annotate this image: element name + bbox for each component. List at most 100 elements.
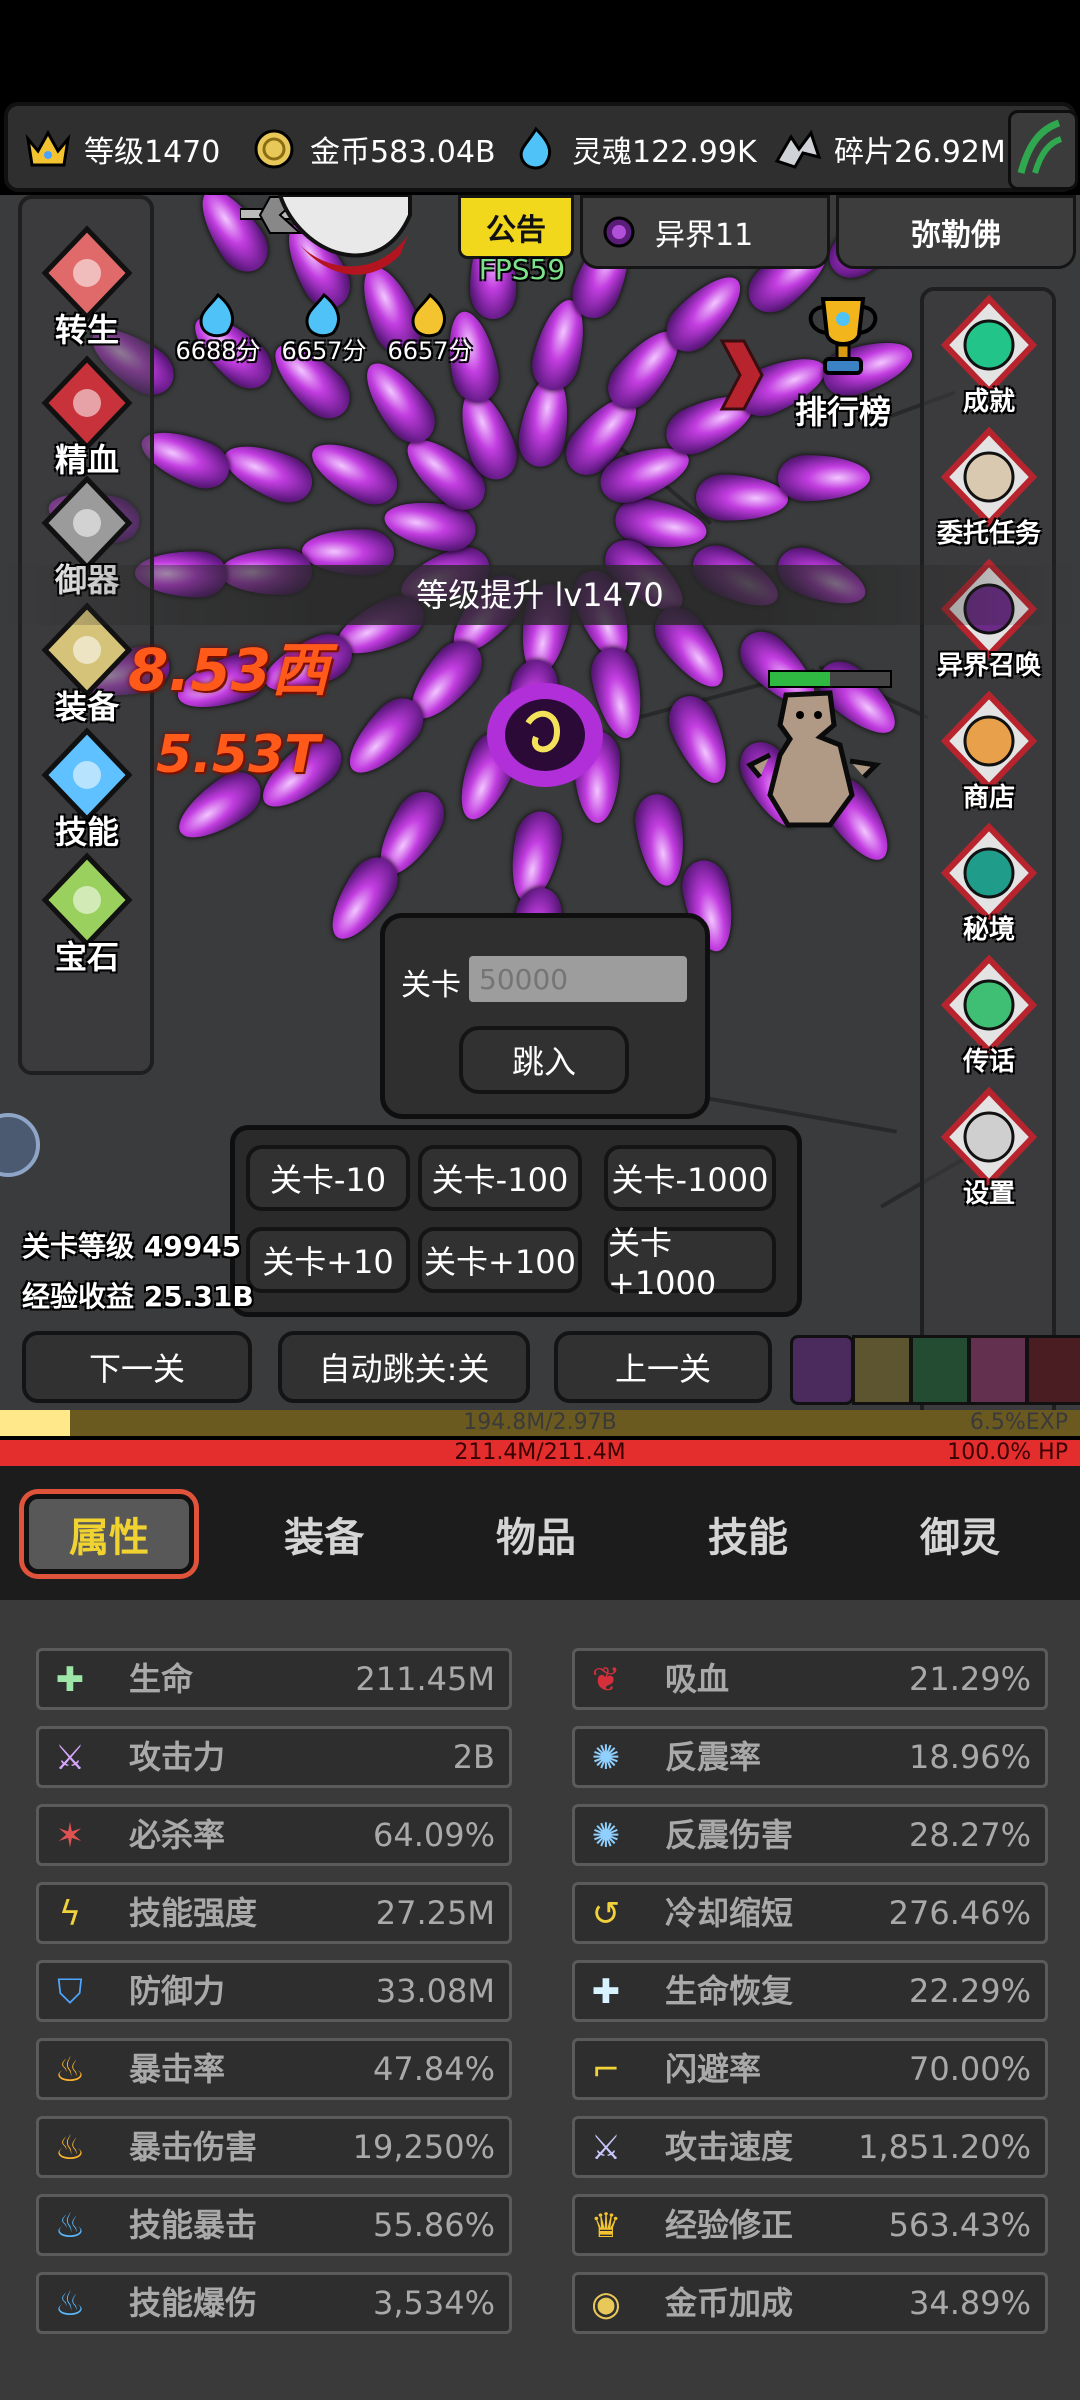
jump-button[interactable]: 跳入 bbox=[459, 1026, 629, 1094]
stat-value: 64.09% bbox=[372, 1816, 495, 1854]
soul-icon bbox=[510, 123, 562, 175]
stat-value: 28.27% bbox=[908, 1816, 1031, 1854]
crown-icon: ♛ bbox=[590, 2206, 622, 2246]
left-menu-item[interactable]: 转生 bbox=[22, 223, 152, 351]
stat-value: 276.46% bbox=[888, 1894, 1031, 1932]
axe-icon bbox=[239, 195, 450, 285]
prev-stage-button[interactable]: 上一关 bbox=[554, 1331, 772, 1403]
right-menu-item[interactable]: 秘境 bbox=[924, 822, 1054, 946]
right-menu-item[interactable]: 商店 bbox=[924, 690, 1054, 814]
tab-1[interactable]: 装备 bbox=[244, 1494, 404, 1574]
level-up-banner: 等级提升 lv1470 bbox=[0, 565, 1080, 625]
stat-name: 冷却缩短 bbox=[665, 1894, 794, 1932]
petal-projectile bbox=[216, 433, 319, 511]
skill-slot[interactable] bbox=[852, 1335, 912, 1405]
stat-name: 攻击速度 bbox=[665, 2128, 794, 2166]
stat-name: 反震伤害 bbox=[665, 1816, 794, 1854]
star-icon bbox=[939, 294, 1039, 396]
right-menu-item[interactable]: 成就 bbox=[924, 294, 1054, 418]
tab-0[interactable]: 属性 bbox=[24, 1494, 194, 1574]
gold-coin-icon: ◉ bbox=[591, 2284, 621, 2324]
ranking-button[interactable]: 排行榜 bbox=[778, 287, 908, 433]
leaf-icon bbox=[1017, 119, 1063, 174]
stage-step-button[interactable]: 关卡+100 bbox=[418, 1227, 582, 1293]
stat-row: ✺ 反震伤害 28.27% bbox=[572, 1804, 1048, 1866]
skill-slot[interactable] bbox=[910, 1335, 970, 1405]
skill-slot[interactable] bbox=[968, 1335, 1028, 1405]
stage-jump-panel: 关卡 跳入 bbox=[380, 913, 710, 1119]
score-badge: 6657分 bbox=[378, 291, 482, 366]
petal-projectile bbox=[777, 454, 870, 502]
stat-row: ⛉ 防御力 33.08M bbox=[36, 1960, 512, 2022]
stat-value: 563.43% bbox=[888, 2206, 1031, 2244]
stage-step-button[interactable]: 关卡-100 bbox=[418, 1145, 582, 1211]
life-cross-icon: ✚ bbox=[55, 1660, 85, 1700]
stat-name: 技能强度 bbox=[129, 1894, 258, 1932]
tab-3[interactable]: 技能 bbox=[668, 1494, 828, 1574]
notice-button[interactable]: 公告 bbox=[458, 195, 574, 259]
stage-input[interactable] bbox=[469, 956, 687, 1002]
menu-toggle-button[interactable] bbox=[1008, 110, 1078, 190]
stat-name: 吸血 bbox=[665, 1660, 730, 1698]
right-menu-item[interactable]: 传话 bbox=[924, 954, 1054, 1078]
petal-projectile bbox=[352, 351, 445, 453]
score-badge: 6688分 bbox=[166, 291, 270, 366]
blue-fire-icon: ♨ bbox=[54, 2284, 86, 2324]
stat-name: 生命 bbox=[129, 1660, 194, 1698]
hp-bar: 211.4M/211.4M 100.0% HP bbox=[0, 1440, 1080, 1466]
stat-row: ⌐ 闪避率 70.00% bbox=[572, 2038, 1048, 2100]
stat-row: ϟ 技能强度 27.25M bbox=[36, 1882, 512, 1944]
skill-slot[interactable] bbox=[790, 1335, 854, 1405]
right-menu-item[interactable]: 委托任务 bbox=[924, 426, 1054, 550]
stat-value: 19,250% bbox=[352, 2128, 495, 2166]
horn-icon bbox=[939, 954, 1039, 1056]
portal-icon bbox=[603, 216, 635, 248]
stat-value: 2B bbox=[452, 1738, 495, 1776]
stage-step-button[interactable]: 关卡-10 bbox=[246, 1145, 410, 1211]
petal-projectile bbox=[695, 474, 789, 523]
crown-icon bbox=[22, 123, 74, 175]
lightning-icon: ϟ bbox=[58, 1894, 82, 1934]
auto-jump-toggle[interactable]: 自动跳关:关 bbox=[278, 1331, 530, 1403]
stat-name: 金币加成 bbox=[665, 2284, 794, 2322]
petal-projectile bbox=[631, 791, 691, 890]
chevron-right-icon[interactable] bbox=[718, 335, 764, 415]
skill-slot-bar bbox=[790, 1335, 1080, 1405]
enemy-sprite bbox=[730, 685, 890, 835]
tab-2[interactable]: 物品 bbox=[456, 1494, 616, 1574]
tab-4[interactable]: 御灵 bbox=[880, 1494, 1040, 1574]
petal-projectile bbox=[302, 430, 406, 514]
score-badge: 6657分 bbox=[272, 291, 376, 366]
gold-coin-icon bbox=[248, 123, 300, 175]
stage-step-button[interactable]: 关卡+1000 bbox=[604, 1224, 776, 1302]
right-menu-item[interactable]: 设置 bbox=[924, 1086, 1054, 1210]
stat-value: 27.25M bbox=[375, 1894, 495, 1932]
stat-row: ◉ 金币加成 34.89% bbox=[572, 2272, 1048, 2334]
stat-name: 生命恢复 bbox=[665, 1972, 794, 2010]
otherworld-button[interactable]: 异界11 bbox=[580, 195, 830, 269]
stat-name: 反震率 bbox=[665, 1738, 762, 1776]
sleep-button[interactable] bbox=[0, 1113, 40, 1177]
stat-name: 闪避率 bbox=[665, 2050, 762, 2088]
shard-icon bbox=[772, 123, 824, 175]
critical-kill-icon: ✶ bbox=[55, 1816, 85, 1856]
damage-number: 8.53西 bbox=[128, 636, 330, 704]
shield-icon: ⛉ bbox=[57, 1972, 83, 2012]
stat-value: 22.29% bbox=[908, 1972, 1031, 2010]
bag-icon bbox=[939, 690, 1039, 792]
left-menu-item[interactable]: 精血 bbox=[22, 353, 152, 481]
left-menu-item[interactable]: 技能 bbox=[22, 725, 152, 853]
stats-panel: ✚ 生命 211.45M ⚔ 攻击力 2B ✶ 必杀率 64.09% ϟ 技能强度 27.25M ⛉ 防御… bbox=[0, 1600, 1080, 2400]
boot-icon: ⌐ bbox=[591, 2050, 621, 2090]
next-stage-button[interactable]: 下一关 bbox=[22, 1331, 252, 1403]
left-menu-item[interactable]: 宝石 bbox=[22, 850, 152, 978]
fire-icon: ♨ bbox=[54, 2050, 86, 2090]
skill-slot[interactable] bbox=[1026, 1335, 1080, 1405]
boss-name-button[interactable]: 弥勒佛 bbox=[836, 195, 1076, 269]
stage-step-button[interactable]: 关卡+10 bbox=[246, 1227, 410, 1293]
exp-income-text: 经验收益 25.31B bbox=[22, 1280, 254, 1313]
scroll-icon bbox=[939, 426, 1039, 528]
soul-resource: 灵魂122.99K bbox=[510, 124, 757, 174]
damage-number: 5.53T bbox=[156, 725, 320, 785]
stage-step-button[interactable]: 关卡-1000 bbox=[604, 1145, 776, 1211]
